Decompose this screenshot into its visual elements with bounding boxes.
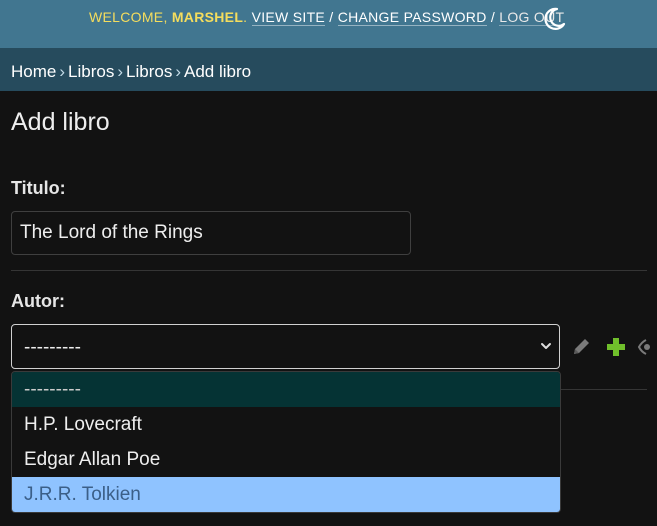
separator: / [490,9,496,25]
view-site-link[interactable]: VIEW SITE [251,9,326,26]
view-icon [637,339,650,355]
chevron-down-icon [541,343,551,349]
breadcrumb-separator: › [59,62,66,81]
titulo-input[interactable] [11,211,411,255]
option-tolkien[interactable]: J.R.R. Tolkien [12,477,560,512]
breadcrumb-model[interactable]: Libros [126,62,172,81]
option-poe[interactable]: Edgar Allan Poe [12,442,560,477]
page-title: Add libro [11,108,110,136]
plus-icon [607,338,625,356]
breadcrumb: Home › Libros › Libros › Add libro [0,48,657,91]
change-autor-button[interactable] [570,336,592,363]
username: MARSHEL [171,9,244,25]
theme-toggle-button[interactable] [540,5,568,33]
option-lovecraft[interactable]: H.P. Lovecraft [12,407,560,442]
moon-icon [544,7,566,30]
header: WELCOME, MARSHEL. VIEW SITE / CHANGE PAS… [0,0,657,48]
divider [11,270,647,271]
breadcrumb-separator: › [175,62,181,81]
view-autor-button[interactable] [637,336,657,363]
option-empty[interactable]: --------- [12,372,560,407]
breadcrumb-separator: › [117,62,124,81]
autor-select[interactable]: --------- [11,324,560,369]
separator: / [329,9,334,25]
titulo-label: Titulo: [11,178,66,198]
autor-label: Autor: [11,291,65,311]
autor-options-dropdown: --------- H.P. Lovecraft Edgar Allan Poe… [11,371,561,513]
welcome-text: WELCOME, [89,9,168,25]
change-password-link[interactable]: CHANGE PASSWORD [337,9,487,26]
breadcrumb-home[interactable]: Home [11,62,56,81]
autor-selected-value: --------- [24,337,81,358]
user-tools: WELCOME, MARSHEL. VIEW SITE / CHANGE PAS… [89,9,565,26]
pencil-icon [574,339,589,354]
breadcrumb-app[interactable]: Libros [68,62,114,81]
breadcrumb-current: Add libro [184,62,252,81]
add-autor-button[interactable] [605,336,627,363]
